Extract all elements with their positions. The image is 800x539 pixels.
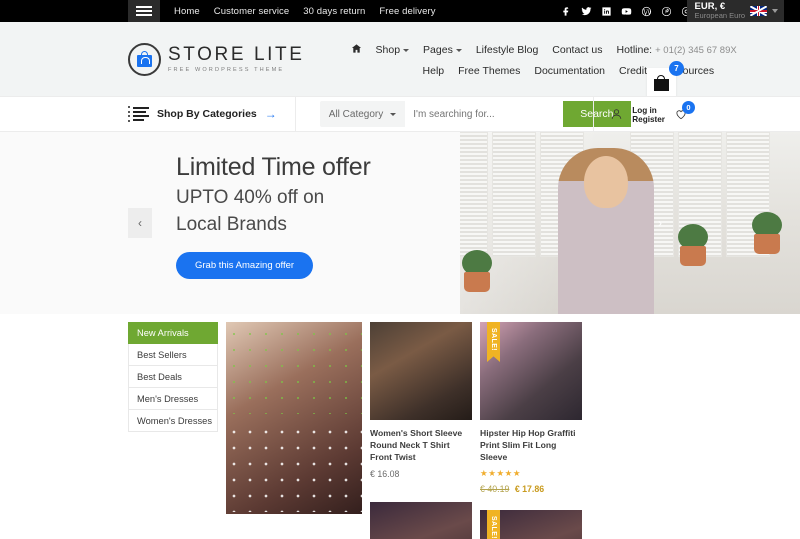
shopping-bag-logo-icon — [128, 42, 161, 76]
chevron-down-icon — [403, 48, 410, 52]
product-old-price: € 40.19 — [480, 483, 510, 494]
product-section: New Arrivals Best Sellers Best Deals Men… — [0, 314, 800, 539]
hero-carousel: Limited Time offer UPTO 40% off on Local… — [0, 132, 800, 314]
pinterest-icon[interactable] — [661, 6, 672, 17]
sale-badge: SALE! — [487, 322, 500, 362]
carousel-next-button[interactable]: › — [648, 208, 672, 238]
product-price: € 16.08 — [370, 468, 400, 479]
site-header: STORE LITE FREE WORDPRESS THEME Shop Pag… — [0, 22, 800, 97]
top-links: Home Customer service 30 days return Fre… — [174, 6, 436, 17]
hotline-number: + 01(2) 345 67 89X — [655, 44, 737, 56]
tab-new-arrivals[interactable]: New Arrivals — [128, 322, 218, 344]
top-link-30-days-return[interactable]: 30 days return — [303, 6, 365, 17]
nav-documentation[interactable]: Documentation — [534, 65, 605, 77]
product-price: € 40.19 € 17.86 — [480, 484, 582, 494]
chevron-down-icon — [390, 112, 397, 116]
facebook-icon[interactable] — [561, 6, 572, 17]
product-card[interactable]: SALE! — [480, 509, 582, 539]
nav-shop[interactable]: Shop — [376, 44, 410, 56]
nav-hotline: Hotline: + 01(2) 345 67 89X — [616, 44, 736, 56]
shopping-bag-cart-icon — [654, 74, 669, 91]
product-grid: Women's Short Sleeve Round Neck T Shirt … — [370, 322, 688, 539]
featured-banner[interactable] — [226, 322, 362, 514]
shop-by-categories-button[interactable]: Shop By Categories → — [128, 96, 296, 132]
social-links — [561, 0, 692, 22]
product-card[interactable]: Women's Short Sleeve Round Neck T Shirt … — [370, 322, 472, 494]
product-image[interactable]: SALE! — [480, 322, 582, 420]
chevron-down-icon — [772, 9, 778, 13]
hero-content: Limited Time offer UPTO 40% off on Local… — [176, 152, 371, 279]
currency-name: European Euro — [694, 11, 745, 21]
hamburger-menu-icon[interactable] — [128, 0, 160, 22]
product-title[interactable]: Hipster Hip Hop Graffiti Print Slim Fit … — [480, 427, 582, 464]
tab-mens-dresses[interactable]: Men's Dresses — [128, 388, 218, 410]
product-card[interactable]: Uptownie Lite Women's Crepe Bell Sleeves… — [370, 501, 472, 539]
product-image[interactable]: SALE! — [480, 509, 582, 539]
wishlist-button[interactable]: 0 — [674, 100, 695, 124]
cart-count-badge: 7 — [669, 61, 684, 76]
youtube-icon[interactable] — [621, 6, 632, 17]
wordpress-icon[interactable] — [641, 6, 652, 17]
nav-contact-us[interactable]: Contact us — [552, 44, 602, 56]
top-link-free-delivery[interactable]: Free delivery — [379, 6, 435, 17]
top-link-home[interactable]: Home — [174, 6, 200, 17]
linkedin-icon[interactable] — [601, 6, 612, 17]
product-card[interactable]: SALE! Hipster Hip Hop Graffiti Print Sli… — [480, 322, 582, 494]
nav-lifestyle-blog[interactable]: Lifestyle Blog — [476, 44, 538, 56]
product-title[interactable]: Women's Short Sleeve Round Neck T Shirt … — [370, 427, 472, 464]
nav-pages[interactable]: Pages — [423, 44, 462, 56]
login-register-link[interactable]: Log in Register — [632, 106, 665, 124]
hero-subtitle-line1: UPTO 40% off on — [176, 186, 325, 208]
sale-badge: SALE! — [487, 509, 500, 539]
user-account-icon[interactable] — [610, 107, 623, 124]
top-utility-bar: Home Customer service 30 days return Fre… — [0, 0, 800, 22]
category-select-value: All Category — [328, 108, 384, 120]
search-group: All Category Search — [319, 101, 631, 127]
product-image[interactable] — [370, 322, 472, 420]
nav-help[interactable]: Help — [423, 65, 445, 77]
currency-selector[interactable]: EUR, € European Euro — [686, 0, 784, 22]
hero-image — [440, 132, 800, 314]
chevron-down-icon — [455, 48, 462, 52]
hotline-label: Hotline: — [616, 44, 653, 56]
top-link-customer-service[interactable]: Customer service — [214, 6, 290, 17]
home-icon[interactable] — [351, 43, 362, 57]
register-label: Register — [632, 115, 665, 124]
logo-title: STORE LITE — [168, 44, 305, 65]
wishlist-count-badge: 0 — [682, 100, 695, 114]
storefront-page: Home Customer service 30 days return Fre… — [0, 0, 800, 539]
category-tabs: New Arrivals Best Sellers Best Deals Men… — [128, 322, 218, 539]
nav-free-themes[interactable]: Free Themes — [458, 65, 520, 77]
login-label: Log in — [632, 105, 657, 115]
site-logo[interactable]: STORE LITE FREE WORDPRESS THEME — [128, 42, 305, 76]
logo-subtitle: FREE WORDPRESS THEME — [168, 67, 285, 73]
tab-best-deals[interactable]: Best Deals — [128, 366, 218, 388]
product-sale-price: € 17.86 — [514, 483, 545, 494]
category-select[interactable]: All Category — [319, 101, 406, 127]
carousel-prev-button[interactable]: ‹ — [128, 208, 152, 238]
product-image[interactable] — [370, 501, 472, 539]
cart-button[interactable]: 7 — [647, 61, 684, 97]
uk-flag-icon — [750, 6, 767, 16]
tab-best-sellers[interactable]: Best Sellers — [128, 344, 218, 366]
category-list-icon — [128, 106, 149, 122]
twitter-icon[interactable] — [581, 6, 592, 17]
product-rating: ★★★★★ — [480, 467, 522, 478]
search-input[interactable] — [405, 101, 564, 127]
cart-widget[interactable]: 7 — [647, 61, 684, 97]
arrow-right-icon: → — [264, 107, 277, 121]
tab-womens-dresses[interactable]: Women's Dresses — [128, 410, 218, 432]
hero-title: Limited Time offer — [176, 153, 371, 181]
shop-by-categories-label: Shop By Categories — [157, 108, 257, 120]
hero-cta-button[interactable]: Grab this Amazing offer — [176, 251, 314, 279]
search-bar: Shop By Categories → All Category Search… — [0, 96, 800, 133]
account-area: Log in Register 0 — [593, 97, 695, 133]
hero-subtitle-line2: Local Brands — [176, 214, 287, 236]
